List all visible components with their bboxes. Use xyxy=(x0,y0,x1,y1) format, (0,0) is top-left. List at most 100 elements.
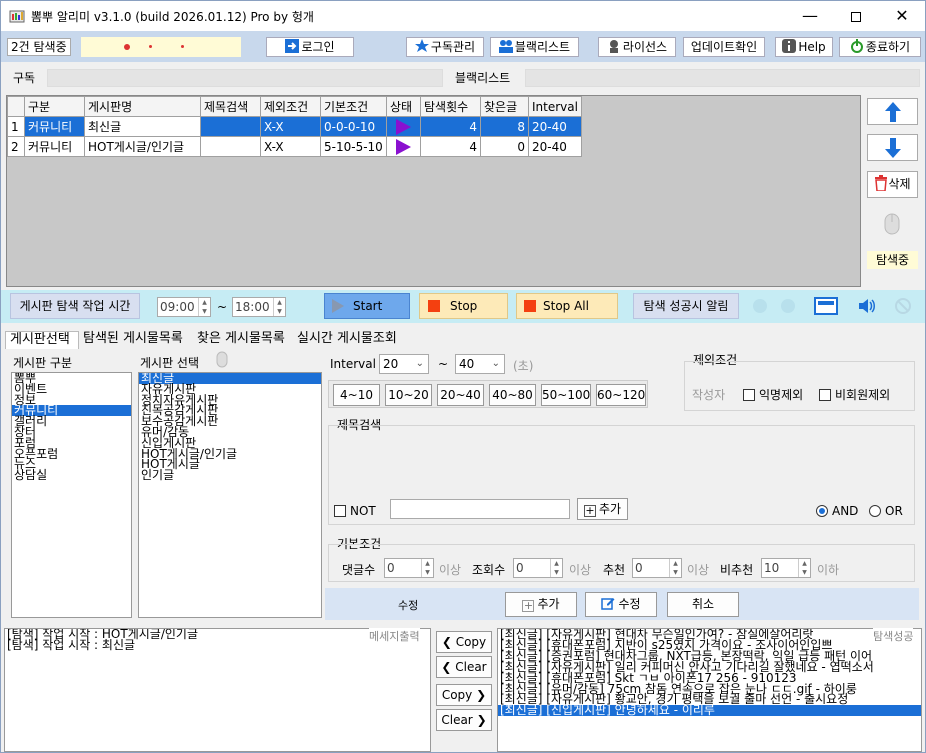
popup-window-icon[interactable] xyxy=(814,297,838,315)
column-header[interactable]: 게시판명 xyxy=(84,96,201,117)
list-item[interactable]: 인기글 xyxy=(139,469,321,481)
tab-searched-posts[interactable]: 탐색된 게시물목록 xyxy=(83,331,183,349)
blacklist-button[interactable]: 블랙리스트 xyxy=(490,37,579,57)
add-button[interactable]: + 추가 xyxy=(505,592,577,617)
row-title-search xyxy=(200,116,261,137)
tab-found-posts[interactable]: 찾은 게시물목록 xyxy=(197,331,285,349)
recommend-label: 추천 xyxy=(603,563,626,577)
tab-board-select[interactable]: 게시판선택 xyxy=(5,331,79,349)
mute-icon[interactable] xyxy=(894,297,912,315)
and-radio[interactable]: AND xyxy=(816,504,858,518)
clear-left-button[interactable]: ❮ Clear xyxy=(436,656,492,678)
not-checkbox[interactable]: NOT xyxy=(334,504,376,518)
preset-button[interactable]: 4~10 xyxy=(333,384,380,406)
list-item[interactable]: 상담실 xyxy=(12,469,131,481)
spinner-icon[interactable]: ▲ ▼ xyxy=(198,298,210,316)
tab-realtime-posts[interactable]: 실시간 게시물조회 xyxy=(297,331,397,349)
preset-button[interactable]: 40~80 xyxy=(489,384,536,406)
spinner-icon[interactable]: ▲ ▼ xyxy=(669,559,681,577)
time-to-input[interactable]: 18:00 ▲ ▼ xyxy=(232,297,286,317)
recommend-input[interactable]: 0 ▲ ▼ xyxy=(632,558,682,578)
license-button[interactable]: 라이선스 xyxy=(598,37,676,57)
delete-button[interactable]: 삭제 xyxy=(867,171,918,198)
subscribe-header-bar xyxy=(47,69,443,87)
message-log[interactable]: [탐색] 작업 시작 : HOT게시글/인기글 [탐색] 작업 시작 : 최신글 xyxy=(4,628,431,752)
preset-button[interactable]: 50~100 xyxy=(541,384,591,406)
edit-button[interactable]: 수정 xyxy=(585,592,657,617)
close-button[interactable]: ✕ xyxy=(879,1,925,31)
spinner-icon[interactable]: ▲ ▼ xyxy=(273,298,285,316)
column-header[interactable]: 구분 xyxy=(24,96,85,117)
cancel-button[interactable]: 취소 xyxy=(667,592,739,617)
column-header[interactable]: Interval xyxy=(528,96,582,117)
interval-max-select[interactable]: 40 ⌄ xyxy=(455,354,505,374)
alert-option-icon[interactable] xyxy=(781,299,795,313)
minimize-button[interactable]: — xyxy=(787,1,833,31)
clear-left-label: Clear xyxy=(455,660,487,674)
subscribe-manage-button[interactable]: 구독관리 xyxy=(406,37,484,57)
column-header[interactable]: 제외조건 xyxy=(260,96,321,117)
nonmember-exclude-checkbox[interactable]: 비회원제외 xyxy=(819,386,890,403)
alert-option-icon[interactable] xyxy=(753,299,767,313)
below-label: 이하 xyxy=(817,563,840,577)
comments-value: 0 xyxy=(387,561,395,575)
login-button[interactable]: 로그인 xyxy=(266,37,354,57)
copy-left-button[interactable]: ❮ Copy xyxy=(436,631,492,653)
play-icon xyxy=(332,299,344,313)
checkbox-icon xyxy=(819,389,831,401)
row-count: 4 xyxy=(420,136,481,157)
column-header[interactable]: 상태 xyxy=(386,96,421,117)
notrecommend-input[interactable]: 10 ▲ ▼ xyxy=(761,558,811,578)
toolbar: 2건 탐색중 로그인 구독관리 블랙리스트 라이선스 업데이트확인 Help 종… xyxy=(1,31,925,62)
copy-right-button[interactable]: Copy ❯ xyxy=(436,684,492,706)
help-button[interactable]: Help xyxy=(775,37,833,57)
column-header[interactable]: 기본조건 xyxy=(320,96,387,117)
preset-button[interactable]: 60~120 xyxy=(596,384,646,406)
login-label: 로그인 xyxy=(301,40,335,54)
or-radio[interactable]: OR xyxy=(869,504,903,518)
success-alert-label: 탐색 성공시 알림 xyxy=(633,293,739,319)
title-bar: 뽐뿌 알리미 v3.1.0 (build 2026.01.12) Pro by … xyxy=(1,1,925,31)
spinner-icon[interactable]: ▲ ▼ xyxy=(550,559,562,577)
comments-input[interactable]: 0 ▲ ▼ xyxy=(384,558,434,578)
exit-button[interactable]: 종료하기 xyxy=(839,37,921,57)
maximize-button[interactable] xyxy=(833,1,879,31)
start-button[interactable]: Start xyxy=(324,293,410,319)
time-from-input[interactable]: 09:00 ▲ ▼ xyxy=(157,297,211,317)
search-count-label: 2건 탐색중 xyxy=(7,38,71,56)
above-label: 이상 xyxy=(439,563,462,577)
activity-dot-icon xyxy=(181,45,184,48)
spinner-icon[interactable]: ▲ ▼ xyxy=(798,559,810,577)
stop-button[interactable]: Stop xyxy=(419,293,508,319)
log-line[interactable]: [최신글] [신입게시판] 안녕하세요 - 이리루 xyxy=(498,704,921,716)
interval-min-select[interactable]: 20 ⌄ xyxy=(379,354,429,374)
table-row[interactable]: 1 커뮤니티 최신글 X-X 0-0-0-10 4 8 20-40 xyxy=(7,116,582,137)
title-add-button[interactable]: + 추가 xyxy=(577,498,628,520)
stop-all-button[interactable]: Stop All xyxy=(516,293,618,319)
column-header[interactable] xyxy=(7,96,25,117)
subscription-grid: 구분 게시판명 제목검색 제외조건 기본조건 상태 탐색횟수 찾은글 Inter… xyxy=(6,95,861,287)
table-row[interactable]: 2 커뮤니티 HOT게시글/인기글 X-X 5-10-5-10 4 0 20-4… xyxy=(7,136,582,157)
anon-exclude-checkbox[interactable]: 익명제외 xyxy=(743,386,803,403)
category-list[interactable]: 뽐뿌 이벤트 정보 커뮤니티 갤러리 장터 포럼 오픈포럼 뉴스 상담실 xyxy=(11,372,132,618)
start-label: Start xyxy=(353,299,383,313)
column-header[interactable]: 제목검색 xyxy=(200,96,261,117)
speaker-icon[interactable] xyxy=(857,297,877,315)
column-header[interactable]: 탐색횟수 xyxy=(420,96,481,117)
stop-label: Stop xyxy=(450,299,478,313)
views-input[interactable]: 0 ▲ ▼ xyxy=(513,558,563,578)
board-list[interactable]: 최신글 자유게시판 정치자유게시판 친목공감게시판 보수공감게시판 유머/감동 … xyxy=(138,372,322,618)
title-search-input[interactable] xyxy=(390,499,570,519)
move-up-button[interactable] xyxy=(867,98,918,125)
preset-button[interactable]: 20~40 xyxy=(437,384,484,406)
move-down-button[interactable] xyxy=(867,134,918,161)
chevron-down-icon: ⌄ xyxy=(491,358,500,369)
clear-right-button[interactable]: Clear ❯ xyxy=(436,709,492,731)
update-check-button[interactable]: 업데이트확인 xyxy=(683,37,765,57)
column-header[interactable]: 찾은글 xyxy=(480,96,529,117)
interval-min-value: 20 xyxy=(383,357,399,371)
spinner-icon[interactable]: ▲ ▼ xyxy=(421,559,433,577)
success-log[interactable]: [최신글] [자유게시판] 현대차 무슨일인가여? - 잠실에살어리랏 [최신글… xyxy=(497,628,922,752)
preset-button[interactable]: 10~20 xyxy=(385,384,432,406)
action-bar: 수정 + 추가 수정 취소 xyxy=(325,588,919,620)
